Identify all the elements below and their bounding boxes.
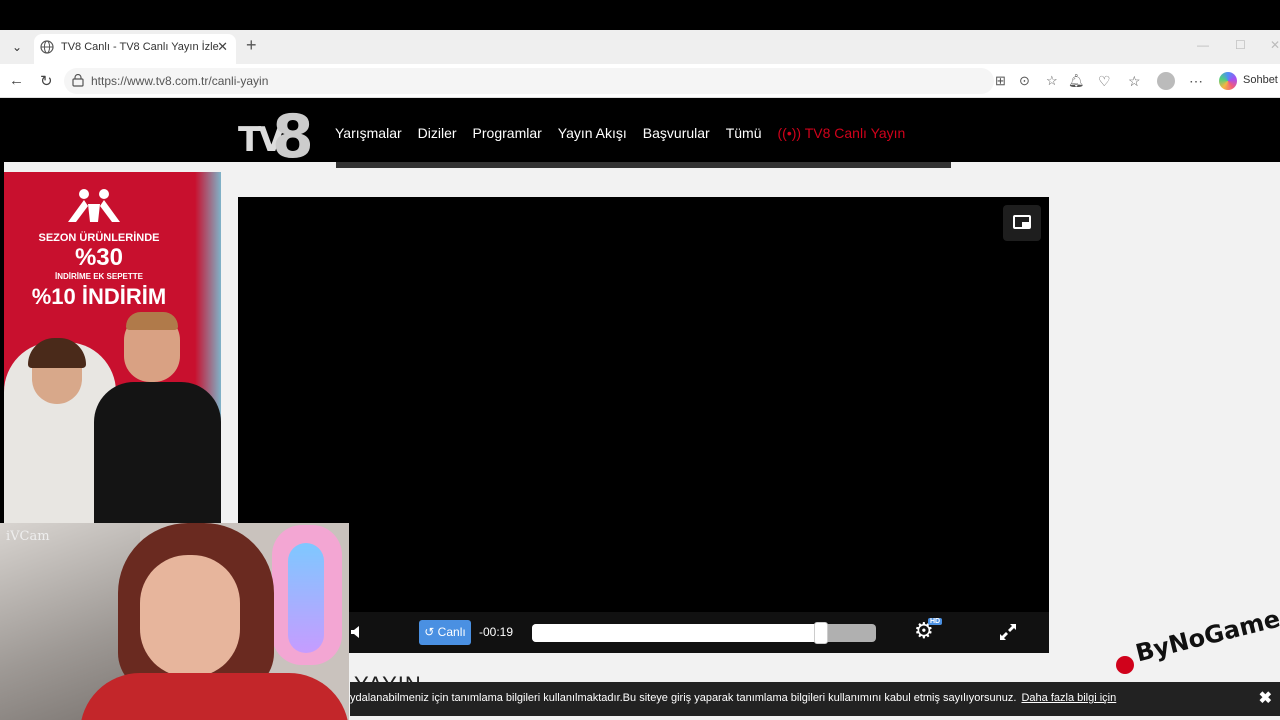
kappa-ad-banner[interactable]: SEZON ÜRÜNLERİNDE %30 İNDİRİME EK SEPETT…	[4, 172, 221, 524]
ad-line-2: %30	[74, 244, 124, 271]
brand-text: ByNoGame	[1132, 604, 1280, 668]
menu-item-yarismalar[interactable]: Yarışmalar	[335, 125, 402, 141]
browser-essentials-icon[interactable]: ♡	[1098, 73, 1111, 90]
main-menu: Yarışmalar Diziler Programlar Yayın Akış…	[335, 125, 905, 141]
screen-top-bar	[0, 0, 1280, 30]
cookie-text: ydalanabilmeniz için tanımlama bilgileri…	[350, 692, 1017, 704]
time-display: -00:19	[479, 625, 514, 639]
brand-mark-icon	[1116, 656, 1134, 674]
browser-address-bar: ← ↻ https://www.tv8.com.tr/canli-yayin ⊞…	[0, 64, 1280, 98]
ad-model-black-shirt	[94, 382, 221, 524]
menu-item-live[interactable]: ((•)) TV8 Canlı Yayın	[778, 125, 906, 141]
url-text: https://www.tv8.com.tr/canli-yayin	[91, 74, 269, 88]
brand-watermark: ByNoGame	[1114, 605, 1280, 678]
reading-options-icon[interactable]: ⊙	[1019, 73, 1030, 89]
profile-avatar[interactable]	[1157, 72, 1175, 90]
tab-title: TV8 Canlı - TV8 Canlı Yayın İzle	[61, 41, 219, 53]
progress-knob[interactable]	[813, 622, 828, 644]
sub-nav-strip	[336, 162, 951, 168]
copilot-icon[interactable]	[1219, 72, 1237, 90]
progress-fill	[532, 624, 821, 642]
player-controls: ↺ Canlı -00:19 ⚙ HD	[238, 612, 1049, 653]
browser-tab-strip: ⌄ TV8 Canlı - TV8 Canlı Yayın İzle ✕ + —…	[0, 30, 1280, 64]
site-navbar: TV 8 Yarışmalar Diziler Programlar Yayın…	[4, 98, 1280, 172]
menu-item-basvurular[interactable]: Başvurular	[643, 125, 710, 141]
maximize-icon[interactable]: ☐	[1235, 38, 1246, 52]
window-close-icon[interactable]: ✕	[1270, 38, 1280, 52]
menu-item-tumu[interactable]: Tümü	[726, 125, 762, 141]
fullscreen-icon[interactable]	[998, 622, 1018, 642]
globe-icon	[40, 40, 54, 54]
favorites-icon[interactable]: ☆	[1128, 73, 1141, 90]
tab-close-icon[interactable]: ✕	[217, 39, 228, 55]
cookie-message: ydalanabilmeniz için tanımlama bilgileri…	[350, 692, 1116, 704]
favorite-star-icon[interactable]: ☆	[1046, 73, 1058, 89]
menu-item-programlar[interactable]: Programlar	[473, 125, 542, 141]
logo-8-text: 8	[272, 102, 314, 172]
ad-line-1: SEZON ÜRÜNLERİNDE	[38, 232, 160, 244]
volume-speaker-icon[interactable]	[350, 625, 364, 639]
notification-bell-icon[interactable]: 🔔︎	[1068, 73, 1085, 89]
app-available-icon[interactable]: ⊞	[995, 73, 1006, 89]
back-arrow-icon[interactable]: ←	[9, 72, 24, 89]
sohbet-label[interactable]: Sohbet e	[1243, 74, 1280, 86]
minimize-icon[interactable]: —	[1197, 38, 1209, 52]
cookie-banner: ydalanabilmeniz için tanımlama bilgileri…	[350, 682, 1280, 716]
progress-bar[interactable]	[532, 622, 876, 644]
browser-tab[interactable]: TV8 Canlı - TV8 Canlı Yayın İzle ✕	[34, 34, 236, 64]
ad-model-hair	[126, 312, 178, 330]
ad-line-4: %10 İNDİRİM	[31, 284, 167, 309]
ad-line-3: İNDİRİME EK SEPETTE	[54, 272, 143, 281]
live-button[interactable]: ↺ Canlı	[419, 620, 471, 645]
tab-list-chevron-icon[interactable]: ⌄	[6, 38, 28, 56]
streamer-face	[140, 555, 240, 677]
menu-item-yayin-akisi[interactable]: Yayın Akışı	[558, 125, 627, 141]
url-field[interactable]: https://www.tv8.com.tr/canli-yayin	[64, 68, 994, 94]
webcam-overlay: iVCam	[0, 523, 349, 720]
webcam-label: iVCam	[6, 529, 50, 544]
site-info-icon[interactable]	[72, 74, 84, 87]
streamer-shirt	[80, 673, 349, 720]
picture-in-picture-icon[interactable]	[1003, 205, 1041, 241]
more-options-icon[interactable]: ⋯	[1189, 73, 1203, 90]
menu-item-diziler[interactable]: Diziler	[418, 125, 457, 141]
cookie-more-link[interactable]: Daha fazla bilgi için	[1021, 692, 1116, 704]
video-player[interactable]: ↺ Canlı -00:19 ⚙ HD	[238, 197, 1049, 653]
new-tab-plus-icon[interactable]: +	[246, 35, 257, 56]
hd-badge: HD	[928, 618, 943, 625]
cookie-close-icon[interactable]: ✖	[1259, 688, 1272, 708]
tv8-logo[interactable]: TV 8	[236, 102, 316, 174]
refresh-icon[interactable]: ↻	[40, 72, 53, 90]
kappa-logo-icon	[68, 189, 120, 222]
microphone-light	[288, 543, 324, 653]
